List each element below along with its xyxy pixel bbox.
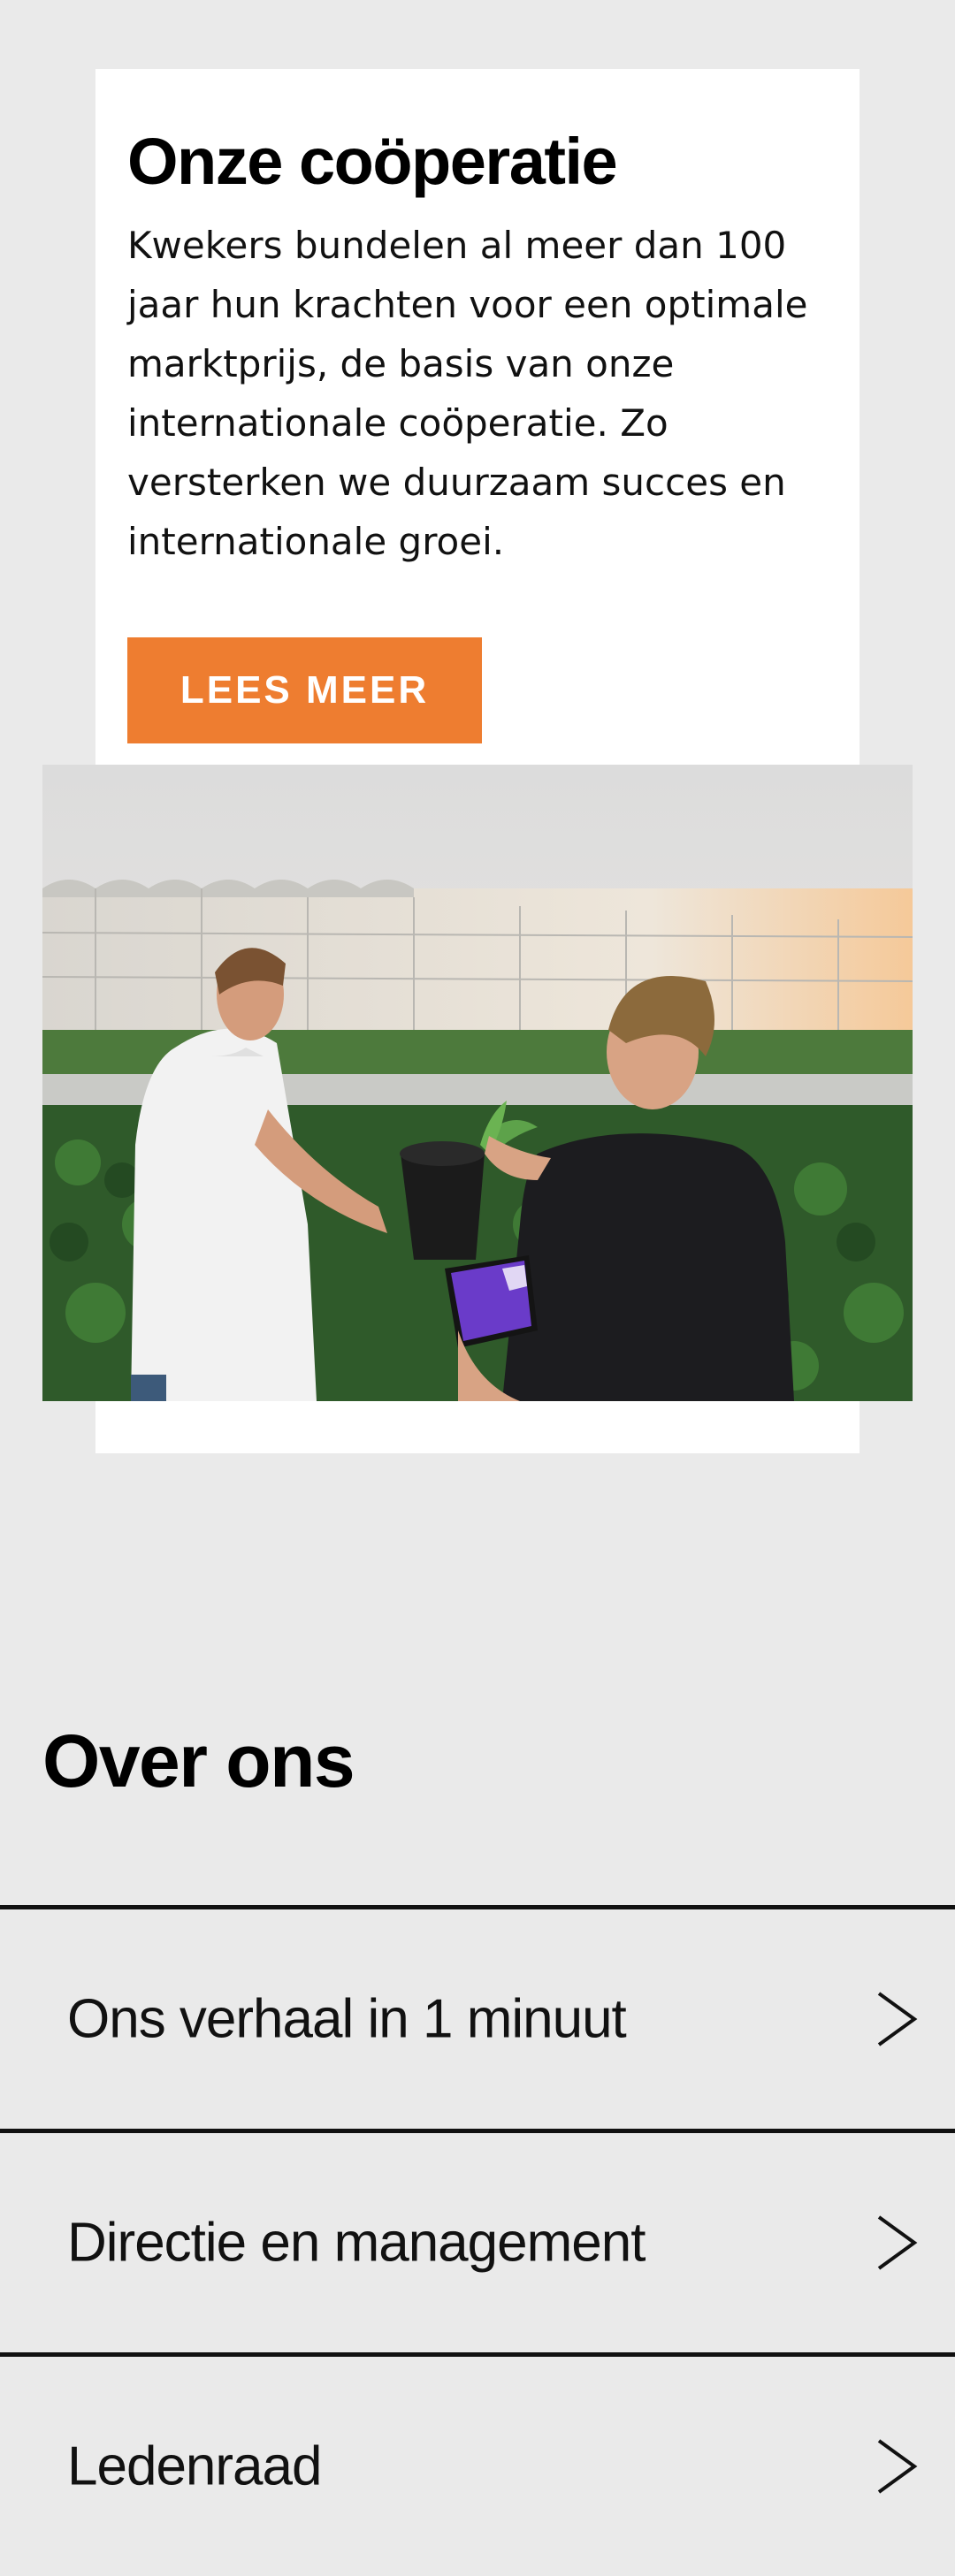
list-item-management[interactable]: Directie en management	[0, 2129, 955, 2352]
read-more-button[interactable]: LEES MEER	[127, 637, 482, 743]
cooperation-photo	[42, 765, 913, 1401]
list-item-label: Directie en management	[67, 2212, 646, 2274]
list-item-our-story[interactable]: Ons verhaal in 1 minuut	[0, 1905, 955, 2129]
cooperation-title: Onze coöperatie	[127, 125, 618, 198]
list-item-label: Ledenraad	[67, 2435, 322, 2497]
list-item-label: Ons verhaal in 1 minuut	[67, 1988, 627, 2050]
list-item-members-council[interactable]: Ledenraad	[0, 2352, 955, 2576]
chevron-right-icon	[877, 1992, 918, 2046]
about-list: Ons verhaal in 1 minuut Directie en mana…	[0, 1905, 955, 2576]
cooperation-text: Kwekers bundelen al meer dan 100 jaar hu…	[127, 224, 808, 563]
chevron-right-icon	[877, 2215, 918, 2270]
chevron-right-icon	[877, 2439, 918, 2494]
about-title: Over ons	[42, 1719, 355, 1802]
